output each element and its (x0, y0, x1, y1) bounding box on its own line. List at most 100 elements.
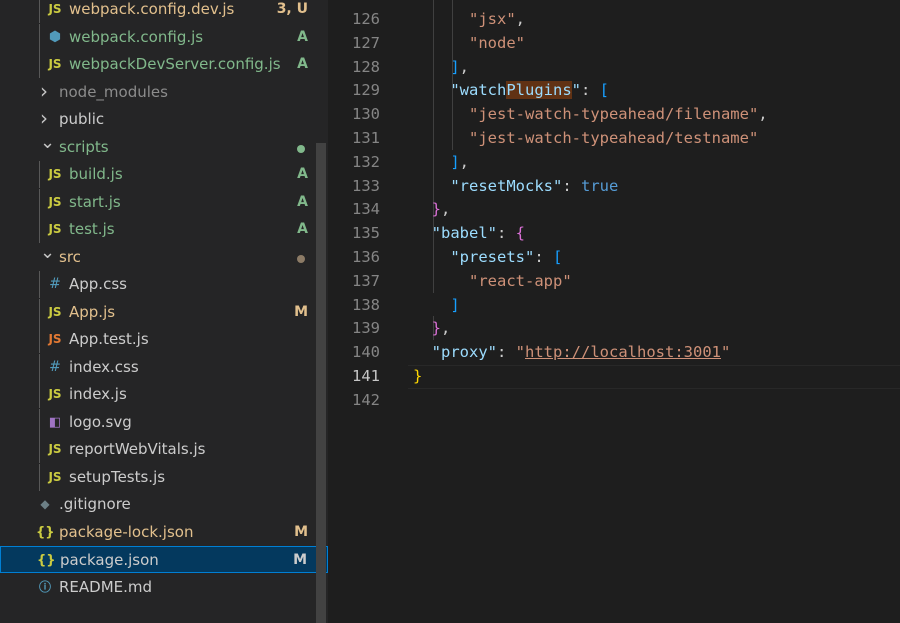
code-token: "presets" (450, 248, 535, 266)
indent-guide (39, 51, 40, 78)
indent-guide (39, 436, 40, 463)
line-number: 139 (352, 319, 380, 338)
svg-icon: ◧ (48, 414, 62, 430)
file-app-css[interactable]: # App.css (0, 271, 328, 298)
file-webpack-config-dev-js[interactable]: JS webpack.config.dev.js 3, U (0, 0, 328, 23)
chevron-right-icon[interactable]: › (40, 79, 48, 106)
file-label: public (59, 110, 105, 128)
code-token: "babel" (431, 224, 497, 243)
code-token: : (562, 176, 581, 195)
indent-guide (39, 271, 40, 298)
chevron-down-icon[interactable]: ⌄ (40, 243, 55, 271)
folder-node-modules[interactable]: › node_modules (0, 79, 328, 106)
code-token: [ (553, 248, 563, 266)
file-reportwebvitals-js[interactable]: JS reportWebVitals.js (0, 436, 328, 463)
code-line: "jest-watch-typeahead/filename", (413, 102, 768, 126)
file-package-json[interactable]: {} package.json M (0, 546, 328, 573)
file-label: node_modules (59, 82, 168, 101)
js-icon: JS (48, 469, 62, 484)
git-status-badge: A (297, 193, 308, 210)
indent-guide (39, 326, 40, 353)
file-start-js[interactable]: JS start.js A (0, 188, 328, 216)
file-label: webpackDevServer.config.js (69, 55, 281, 73)
code-token: true (580, 176, 619, 195)
folder-src[interactable]: ⌄ src (0, 243, 328, 271)
code-token: , (758, 105, 768, 124)
indent-guide (39, 0, 40, 23)
file-logo-svg[interactable]: ◧ logo.svg (0, 408, 328, 436)
code-line: ], (413, 55, 469, 79)
git-status-badge: M (294, 303, 308, 320)
file-webpack-config-js[interactable]: ⬢ webpack.config.js A (0, 23, 328, 51)
css-icon: # (49, 358, 61, 375)
code-token: : (581, 81, 600, 100)
code-token: } (431, 200, 442, 219)
file-index-css[interactable]: # index.css (0, 353, 328, 381)
code-line: "jsx", (413, 7, 525, 31)
code-token: "proxy" (431, 343, 497, 362)
file-webpackdevserver-config-js[interactable]: JS webpackDevServer.config.js A (0, 51, 328, 78)
code-line: "babel": { (413, 221, 525, 245)
code-token: } (431, 319, 442, 338)
file-package-lock-json[interactable]: {} package-lock.json M (0, 519, 328, 546)
sidebar-scrollbar[interactable] (316, 143, 326, 623)
line-number: 127 (352, 33, 380, 52)
json-icon: {} (36, 524, 55, 540)
code-line: "react-app" (413, 269, 572, 293)
code-line: } (413, 364, 422, 388)
code-token: "watch (450, 81, 507, 100)
line-number: 137 (352, 271, 380, 290)
line-number: 126 (352, 10, 380, 28)
file-setuptests-js[interactable]: JS setupTests.js (0, 463, 328, 491)
code-token: } (413, 367, 423, 385)
js-icon: JS (48, 57, 62, 71)
folder-public[interactable]: › public (0, 106, 328, 133)
line-number: 130 (352, 105, 380, 124)
file-label: build.js (69, 165, 123, 183)
file-index-js[interactable]: JS index.js (0, 381, 328, 408)
chevron-right-icon[interactable]: › (40, 106, 48, 133)
js-icon: JS (48, 194, 62, 209)
file-readme-md[interactable]: ⓘ README.md (0, 574, 328, 601)
config-icon: ⬢ (48, 28, 62, 45)
code-line: ] (413, 293, 460, 317)
code-line: ], (413, 150, 469, 174)
file-label: App.js (69, 302, 116, 321)
git-status-badge: A (297, 28, 308, 45)
code-line: "presets": [ (413, 245, 562, 269)
code-token: Plugins (506, 81, 572, 100)
git-status-dot (297, 144, 305, 153)
folder-scripts[interactable]: ⌄ scripts (0, 133, 328, 161)
code-editor[interactable]: 126 "jsx", 127 "node" 128 ], 129 "watchPlug… (328, 0, 900, 623)
file-build-js[interactable]: JS build.js A (0, 161, 328, 188)
line-number: 141 (352, 367, 380, 385)
indent-guide (39, 353, 40, 381)
code-token: , (515, 10, 526, 28)
code-token: [ (599, 81, 610, 100)
chevron-down-icon[interactable]: ⌄ (40, 133, 55, 161)
file-label: .gitignore (59, 495, 131, 513)
file-label: README.md (59, 577, 153, 596)
indent-guide (39, 161, 40, 188)
file-app-test-js[interactable]: JS App.test.js (0, 326, 328, 353)
code-token: "node" (469, 33, 525, 52)
code-token: "resetMocks" (450, 176, 563, 195)
file-test-js[interactable]: JS test.js A (0, 216, 328, 243)
indent-guide (39, 408, 40, 436)
line-number: 132 (352, 152, 380, 171)
git-status-badge: M (294, 523, 308, 540)
file-app-js[interactable]: JS App.js M (0, 298, 328, 326)
code-line: "watchPlugins": [ (413, 78, 609, 102)
line-number: 128 (352, 57, 380, 76)
code-line: }, (413, 197, 451, 221)
file--gitignore[interactable]: ◆ .gitignore (0, 491, 328, 518)
code-token: ] (450, 295, 460, 314)
